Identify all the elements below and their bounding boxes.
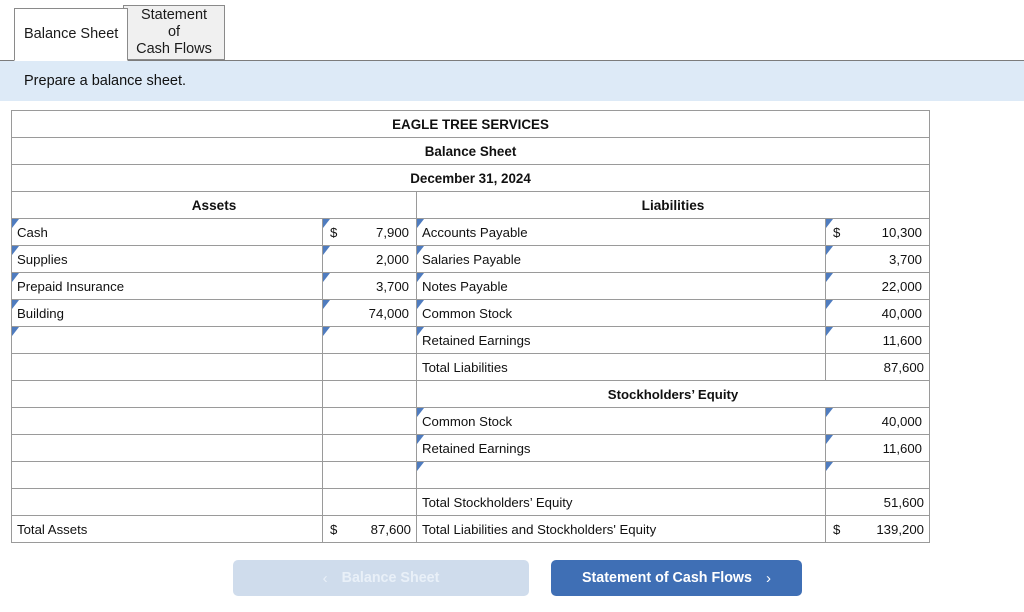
liability-amount-input-5[interactable]: 11,600 (824, 326, 931, 354)
table-row: Cash $ 7,900 Accounts Payable $ 10,300 (11, 218, 931, 246)
liability-amount-value-1: 10,300 (881, 224, 923, 240)
empty-cell (11, 353, 323, 381)
liability-amount-input-4[interactable]: 40,000 (824, 299, 931, 327)
total-equity-amount: 51,600 (824, 488, 931, 516)
table-row (11, 461, 931, 489)
total-assets-amount: $ 87,600 (322, 515, 417, 543)
chevron-left-icon: ‹ (322, 569, 328, 587)
total-liab-and-equity-value: 139,200 (876, 521, 925, 537)
total-liabilities-label: Total Liabilities (416, 353, 826, 381)
asset-amount-input-5[interactable] (322, 326, 417, 354)
section-header-row: Assets Liabilities (11, 191, 931, 219)
total-assets-label: Total Assets (11, 515, 323, 543)
total-assets-currency-symbol: $ (330, 521, 338, 537)
liability-label-input-3[interactable]: Notes Payable (416, 272, 826, 300)
grand-total-row: Total Assets $ 87,600 Total Liabilities … (11, 515, 931, 543)
liability-label-input-5[interactable]: Retained Earnings (416, 326, 826, 354)
asset-currency-symbol-1: $ (330, 224, 338, 240)
liability-label-input-1[interactable]: Accounts Payable (416, 218, 826, 246)
tab-strip: Balance Sheet Statement of Cash Flows (0, 0, 1024, 61)
total-liab-and-equity-currency-symbol: $ (833, 521, 841, 537)
table-row: Prepaid Insurance 3,700 Notes Payable 22… (11, 272, 931, 300)
chevron-right-icon: › (766, 569, 771, 587)
table-row: Supplies 2,000 Salaries Payable 3,700 (11, 245, 931, 273)
empty-cell (11, 488, 323, 516)
asset-amount-input-2[interactable]: 2,000 (322, 245, 417, 273)
empty-cell (11, 461, 323, 489)
asset-label-input-2[interactable]: Supplies (11, 245, 323, 273)
next-statement-of-cash-flows-button[interactable]: Statement of Cash Flows › (551, 560, 802, 596)
equity-amount-input-3[interactable] (824, 461, 931, 489)
asset-amount-value-1: 7,900 (375, 224, 409, 240)
empty-cell (11, 407, 323, 435)
company-name-row: EAGLE TREE SERVICES (10, 110, 931, 138)
empty-cell (11, 434, 323, 462)
equity-label-input-2[interactable]: Retained Earnings (416, 434, 826, 462)
liabilities-header: Liabilities (415, 191, 931, 219)
next-button-label: Statement of Cash Flows (582, 570, 752, 586)
total-liabilities-amount: 87,600 (824, 353, 931, 381)
statement-name-row: Balance Sheet (10, 137, 931, 165)
asset-amount-input-3[interactable]: 3,700 (322, 272, 417, 300)
table-row: Retained Earnings 11,600 (11, 434, 931, 462)
company-name: EAGLE TREE SERVICES (10, 110, 931, 138)
statement-date: December 31, 2024 (10, 164, 931, 192)
balance-sheet-worksheet: EAGLE TREE SERVICES Balance Sheet Decemb… (0, 101, 1024, 596)
footer-navigation: ‹ Balance Sheet Statement of Cash Flows … (11, 560, 1024, 596)
previous-button-label: Balance Sheet (341, 570, 440, 586)
statement-date-row: December 31, 2024 (10, 164, 931, 192)
empty-cell (322, 488, 417, 516)
equity-header: Stockholders’ Equity (415, 380, 931, 408)
statement-name: Balance Sheet (10, 137, 931, 165)
total-equity-label: Total Stockholders’ Equity (416, 488, 826, 516)
table-row: Common Stock 40,000 (11, 407, 931, 435)
tab-statement-of-cash-flows-label: Statement of Cash Flows (136, 7, 212, 57)
empty-cell (11, 380, 323, 408)
empty-cell (322, 407, 417, 435)
total-assets-value: 87,600 (370, 521, 411, 537)
previous-balance-sheet-button[interactable]: ‹ Balance Sheet (233, 560, 529, 596)
empty-cell (322, 434, 417, 462)
total-liabilities-row: Total Liabilities 87,600 (11, 353, 931, 381)
liability-amount-input-3[interactable]: 22,000 (824, 272, 931, 300)
total-equity-row: Total Stockholders’ Equity 51,600 (11, 488, 931, 516)
equity-label-input-1[interactable]: Common Stock (416, 407, 826, 435)
asset-label-input-5[interactable] (11, 326, 323, 354)
asset-label-input-3[interactable]: Prepaid Insurance (11, 272, 323, 300)
equity-label-input-3[interactable] (416, 461, 826, 489)
assets-header: Assets (11, 191, 417, 219)
liability-amount-input-1[interactable]: $ 10,300 (824, 218, 931, 246)
table-row: Retained Earnings 11,600 (11, 326, 931, 354)
asset-label-input-4[interactable]: Building (11, 299, 323, 327)
total-liab-and-equity-amount: $ 139,200 (824, 515, 931, 543)
instruction-text: Prepare a balance sheet. (24, 73, 187, 89)
tab-balance-sheet[interactable]: Balance Sheet (14, 8, 129, 61)
table-row: Building 74,000 Common Stock 40,000 (11, 299, 931, 327)
equity-header-row: Stockholders’ Equity (11, 380, 931, 408)
equity-amount-input-2[interactable]: 11,600 (824, 434, 931, 462)
liability-label-input-2[interactable]: Salaries Payable (416, 245, 826, 273)
liability-currency-symbol-1: $ (833, 224, 841, 240)
tab-statement-of-cash-flows[interactable]: Statement of Cash Flows (123, 5, 225, 60)
empty-cell (322, 461, 417, 489)
asset-amount-input-1[interactable]: $ 7,900 (322, 218, 417, 246)
instruction-bar: Prepare a balance sheet. (0, 61, 1024, 101)
tab-balance-sheet-label: Balance Sheet (24, 26, 119, 42)
equity-amount-input-1[interactable]: 40,000 (824, 407, 931, 435)
asset-amount-input-4[interactable]: 74,000 (322, 299, 417, 327)
empty-cell (322, 353, 417, 381)
total-liab-and-equity-label: Total Liabilities and Stockholders' Equi… (416, 515, 826, 543)
asset-label-input-1[interactable]: Cash (11, 218, 323, 246)
liability-amount-input-2[interactable]: 3,700 (824, 245, 931, 273)
balance-sheet-table: EAGLE TREE SERVICES Balance Sheet Decemb… (10, 110, 931, 543)
empty-cell (322, 380, 417, 408)
liability-label-input-4[interactable]: Common Stock (416, 299, 826, 327)
